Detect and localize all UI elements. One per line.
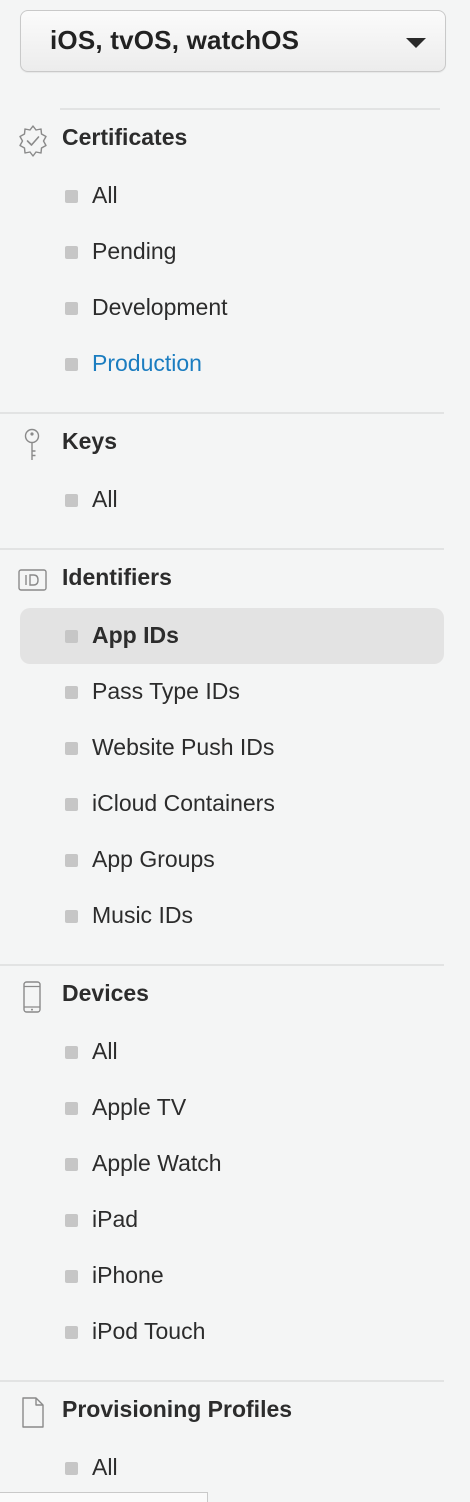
sidebar-item-label: iCloud Containers: [92, 790, 275, 816]
divider: [60, 108, 440, 110]
section-keys: Keys: [0, 416, 470, 472]
sidebar-item-label: Apple Watch: [92, 1150, 222, 1176]
divider: [0, 412, 444, 414]
sidebar-item-devices-apple-tv[interactable]: Apple TV: [20, 1080, 444, 1136]
section-provisioning-profiles: Provisioning Profiles: [0, 1384, 470, 1440]
bullet-icon: [65, 1102, 78, 1115]
bullet-icon: [65, 494, 78, 507]
bullet-icon: [65, 742, 78, 755]
section-certificates: Certificates: [0, 112, 470, 168]
bullet-icon: [65, 1158, 78, 1171]
divider: [0, 964, 444, 966]
sidebar-item-certificates-all[interactable]: All: [20, 168, 444, 224]
bullet-icon: [65, 302, 78, 315]
section-title: Devices: [62, 980, 149, 1006]
sidebar-item-identifiers-website-push-ids[interactable]: Website Push IDs: [20, 720, 444, 776]
certificate-badge-icon: [16, 120, 50, 160]
id-icon: [16, 560, 50, 600]
sidebar-item-devices-ipod-touch[interactable]: iPod Touch: [20, 1304, 444, 1360]
divider: [0, 548, 444, 550]
section-identifiers: Identifiers: [0, 552, 470, 608]
bullet-icon: [65, 1046, 78, 1059]
bullet-icon: [65, 910, 78, 923]
sidebar-item-label: Music IDs: [92, 902, 193, 928]
section-title: Provisioning Profiles: [62, 1396, 293, 1422]
bullet-icon: [65, 686, 78, 699]
bullet-icon: [65, 1214, 78, 1227]
sidebar-item-label: iPod Touch: [92, 1318, 206, 1344]
bullet-icon: [65, 1462, 78, 1475]
platform-dropdown[interactable]: iOS, tvOS, watchOS: [20, 10, 446, 72]
sidebar-item-label: All: [92, 486, 118, 512]
sidebar-item-devices-iphone[interactable]: iPhone: [20, 1248, 444, 1304]
bullet-icon: [65, 190, 78, 203]
bullet-icon: [65, 1326, 78, 1339]
bullet-icon: [65, 1270, 78, 1283]
sidebar-item-certificates-development[interactable]: Development: [20, 280, 444, 336]
sidebar-item-identifiers-pass-type-ids[interactable]: Pass Type IDs: [20, 664, 444, 720]
sidebar-item-devices-apple-watch[interactable]: Apple Watch: [20, 1136, 444, 1192]
section-devices: Devices: [0, 968, 470, 1024]
sidebar-item-keys-all[interactable]: All: [20, 472, 444, 528]
section-title: Identifiers: [62, 564, 172, 590]
sidebar-item-label: App Groups: [92, 846, 215, 872]
sidebar-item-label: All: [92, 182, 118, 208]
bullet-icon: [65, 246, 78, 259]
key-icon: [16, 424, 50, 464]
sidebar-item-label: Development: [92, 294, 228, 320]
sidebar-item-label: Pending: [92, 238, 177, 264]
bottom-panel-edge: [0, 1492, 208, 1502]
bullet-icon: [65, 798, 78, 811]
sidebar-item-label: Production: [92, 350, 202, 376]
bullet-icon: [65, 358, 78, 371]
sidebar-item-label: All: [92, 1454, 118, 1480]
sidebar-item-identifiers-app-ids[interactable]: App IDs: [20, 608, 444, 664]
sidebar-item-devices-ipad[interactable]: iPad: [20, 1192, 444, 1248]
sidebar-item-profiles-all[interactable]: All: [20, 1440, 444, 1496]
sidebar-item-certificates-production[interactable]: Production: [20, 336, 444, 392]
sidebar-item-label: All: [92, 1038, 118, 1064]
divider: [0, 1380, 444, 1382]
sidebar-item-label: App IDs: [92, 622, 179, 648]
section-title: Certificates: [62, 124, 188, 150]
bullet-icon: [65, 854, 78, 867]
sidebar-item-certificates-pending[interactable]: Pending: [20, 224, 444, 280]
device-icon: [16, 976, 50, 1016]
section-title: Keys: [62, 428, 117, 454]
sidebar-item-label: iPad: [92, 1206, 139, 1232]
sidebar-item-label: Pass Type IDs: [92, 678, 240, 704]
sidebar-item-label: Apple TV: [92, 1094, 187, 1120]
sidebar-item-identifiers-music-ids[interactable]: Music IDs: [20, 888, 444, 944]
chevron-down-icon: [406, 38, 426, 48]
document-icon: [16, 1392, 50, 1432]
sidebar-item-devices-all[interactable]: All: [20, 1024, 444, 1080]
bullet-icon: [65, 630, 78, 643]
sidebar-item-label: Website Push IDs: [92, 734, 275, 760]
sidebar-item-identifiers-app-groups[interactable]: App Groups: [20, 832, 444, 888]
sidebar-item-identifiers-icloud-containers[interactable]: iCloud Containers: [20, 776, 444, 832]
platform-dropdown-label: iOS, tvOS, watchOS: [50, 25, 300, 55]
sidebar-item-label: iPhone: [92, 1262, 164, 1288]
